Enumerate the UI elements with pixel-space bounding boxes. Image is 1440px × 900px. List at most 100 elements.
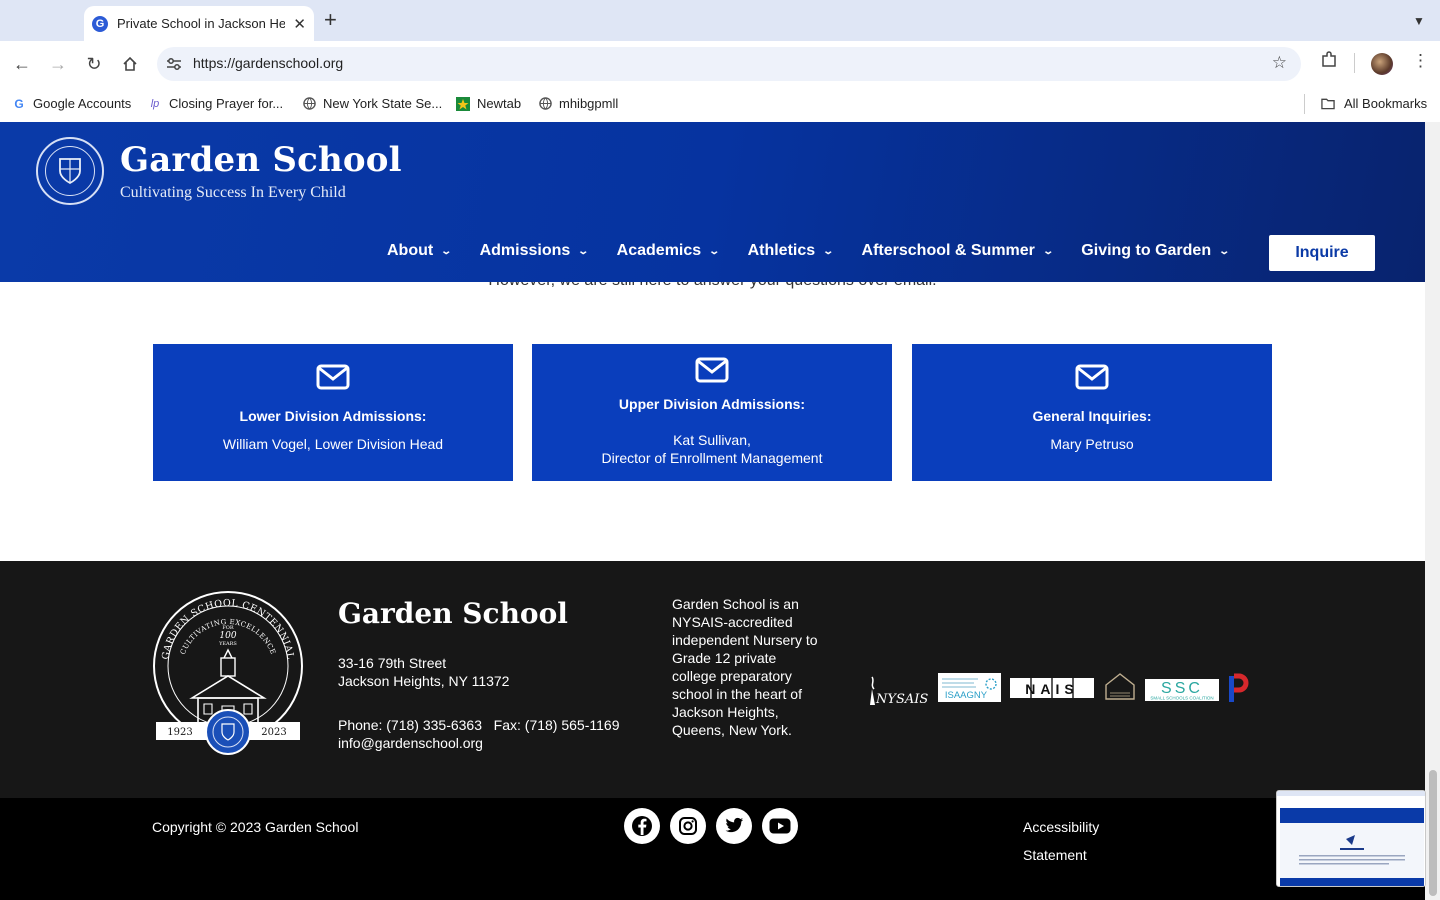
facebook-icon[interactable] xyxy=(624,808,660,844)
chevron-down-icon: ⌄ xyxy=(822,245,835,257)
nav-academics[interactable]: Academics ⌄ xyxy=(616,242,721,260)
newtab-icon xyxy=(456,96,470,111)
google-icon: G xyxy=(14,96,24,111)
bookmark-closing-prayer[interactable]: lp Closing Prayer for... xyxy=(148,96,283,111)
home-icon[interactable] xyxy=(117,51,143,77)
phone-fax[interactable]: Phone: (718) 335-6363 Fax: (718) 565-116… xyxy=(338,716,619,734)
site-footer: GARDEN SCHOOL CENTENNIAL CULTIVATING EXC… xyxy=(0,561,1425,798)
nav-label: Academics xyxy=(616,242,702,259)
main-navigation: About ⌄ Admissions ⌄ Academics ⌄ Athletics ⌄… xyxy=(387,242,1257,260)
chevron-down-icon: ⌄ xyxy=(440,245,453,257)
lp-icon: lp xyxy=(150,97,160,110)
copyright-text: Copyright © 2023 Garden School xyxy=(152,819,359,835)
small-schools-coalition-logo[interactable]: SSC SMALL SCHOOLS COALITION xyxy=(1145,679,1219,701)
footer-about-text: Garden School is an NYSAIS-accredited in… xyxy=(672,596,818,738)
inquire-button[interactable]: Inquire xyxy=(1269,235,1375,271)
menu-kebab-icon[interactable]: ⋮ xyxy=(1412,51,1429,71)
bookmark-new-york-state[interactable]: New York State Se... xyxy=(302,96,442,111)
envelope-icon xyxy=(695,357,729,383)
nav-label: Giving to Garden xyxy=(1081,242,1212,259)
bookmark-mhibgpmll[interactable]: mhibgpmll xyxy=(538,96,618,111)
forward-icon[interactable]: → xyxy=(45,51,71,77)
card-contact-name: Mary Petruso xyxy=(1050,436,1134,452)
card-contact-name: Kat Sullivan, xyxy=(673,432,751,448)
svg-text:1923: 1923 xyxy=(167,727,192,738)
chevron-down-icon: ⌄ xyxy=(708,245,721,257)
contact-card-general-inquiries[interactable]: General Inquiries: Mary Petruso xyxy=(912,344,1272,481)
envelope-icon xyxy=(316,364,350,390)
all-bookmarks[interactable]: All Bookmarks xyxy=(1321,96,1427,111)
site-title[interactable]: Garden School xyxy=(120,140,402,180)
tab-search-chevron-icon[interactable]: ▼ xyxy=(1408,10,1430,32)
card-contact-role: Director of Enrollment Management xyxy=(601,450,823,466)
school-crest-logo[interactable] xyxy=(36,137,104,205)
scrollbar-thumb[interactable] xyxy=(1429,770,1437,896)
chevron-down-icon: ⌄ xyxy=(1218,245,1231,257)
address-bar[interactable]: https://gardenschool.org ☆ xyxy=(157,47,1301,81)
nav-label: About xyxy=(387,242,434,259)
svg-text:NYSAIS: NYSAIS xyxy=(875,692,928,707)
nysais-logo[interactable]: NYSAIS xyxy=(870,676,928,707)
site-info-icon[interactable] xyxy=(165,55,183,73)
profile-avatar[interactable] xyxy=(1371,53,1393,75)
close-tab-icon[interactable]: ✕ xyxy=(293,15,306,33)
nav-label: Admissions xyxy=(479,242,571,259)
page-scrollbar[interactable] xyxy=(1425,122,1440,900)
bookmarks-divider xyxy=(1304,94,1305,114)
bookmark-label: Newtab xyxy=(477,96,522,111)
accessibility-statement-link[interactable]: Accessibility Statement xyxy=(1023,813,1133,869)
coalition-essential-schools-logo[interactable] xyxy=(1105,673,1135,700)
back-icon[interactable]: ← xyxy=(9,51,35,77)
tab-title: Private School in Jackson Heights xyxy=(117,16,285,31)
site-header: Garden School Cultivating Success In Eve… xyxy=(0,122,1425,282)
google-favicon-icon: G xyxy=(92,15,108,32)
extensions-icon[interactable] xyxy=(1320,51,1338,74)
card-title: Lower Division Admissions: xyxy=(239,408,427,424)
nav-admissions[interactable]: Admissions ⌄ xyxy=(479,242,590,260)
card-title: Upper Division Admissions: xyxy=(618,396,806,412)
nav-athletics[interactable]: Athletics ⌄ xyxy=(747,242,835,260)
browser-tab[interactable]: G Private School in Jackson Heights ✕ xyxy=(84,6,314,41)
new-tab-icon[interactable]: + xyxy=(324,8,337,32)
toolbar-divider xyxy=(1354,53,1355,73)
browser-toolbar: ← → ↻ https://gardenschool.org ☆ ⋮ xyxy=(0,41,1440,86)
svg-text:2023: 2023 xyxy=(261,727,286,738)
nav-label: Athletics xyxy=(747,242,816,259)
folder-icon xyxy=(1321,97,1335,111)
centennial-seal-logo: GARDEN SCHOOL CENTENNIAL CULTIVATING EXC… xyxy=(153,591,303,755)
card-title: General Inquiries: xyxy=(1032,408,1152,424)
address-street: 33-16 79th Street xyxy=(338,655,447,671)
page-preview-thumbnail[interactable] xyxy=(1276,790,1426,887)
accreditation-logos: NYSAIS ISAAGNY NAIS SSC SMALL SCHOOLS CO xyxy=(870,673,1249,707)
shield-icon xyxy=(45,146,95,196)
address-city: Jackson Heights, NY 11372 xyxy=(338,673,510,689)
contact-card-lower-division[interactable]: Lower Division Admissions: William Vogel… xyxy=(153,344,513,481)
url-text: https://gardenschool.org xyxy=(193,55,344,71)
nav-afterschool-summer[interactable]: Afterschool & Summer ⌄ xyxy=(861,242,1054,260)
globe-icon xyxy=(302,97,316,111)
twitter-icon[interactable] xyxy=(716,808,752,844)
svg-text:100: 100 xyxy=(219,631,236,641)
nav-label: Afterschool & Summer xyxy=(861,242,1035,259)
all-bookmarks-label: All Bookmarks xyxy=(1344,96,1428,111)
nav-giving-to-garden[interactable]: Giving to Garden ⌄ xyxy=(1081,242,1231,260)
p-logo[interactable] xyxy=(1229,673,1249,702)
page-viewport: However, we are still here to answer you… xyxy=(0,122,1425,900)
isaagny-logo[interactable]: ISAAGNY xyxy=(938,673,1001,702)
envelope-icon xyxy=(1075,364,1109,390)
bookmark-newtab[interactable]: Newtab xyxy=(456,96,521,111)
nav-about[interactable]: About ⌄ xyxy=(387,242,453,260)
instagram-icon[interactable] xyxy=(670,808,706,844)
svg-text:YEARS: YEARS xyxy=(218,641,237,647)
bookmark-google-accounts[interactable]: G Google Accounts xyxy=(12,96,131,111)
bookmark-star-icon[interactable]: ☆ xyxy=(1272,53,1287,73)
youtube-icon[interactable] xyxy=(762,808,798,844)
globe-icon xyxy=(538,97,552,111)
bookmark-label: Closing Prayer for... xyxy=(169,96,284,111)
site-tagline: Cultivating Success In Every Child xyxy=(120,184,346,201)
nais-logo[interactable]: NAIS xyxy=(1010,678,1094,698)
svg-text:SMALL SCHOOLS COALITION: SMALL SCHOOLS COALITION xyxy=(1150,696,1213,701)
contact-card-upper-division[interactable]: Upper Division Admissions: Kat Sullivan,… xyxy=(532,344,892,481)
reload-icon[interactable]: ↻ xyxy=(81,51,107,77)
footer-email-link[interactable]: info@gardenschool.org xyxy=(338,734,619,752)
